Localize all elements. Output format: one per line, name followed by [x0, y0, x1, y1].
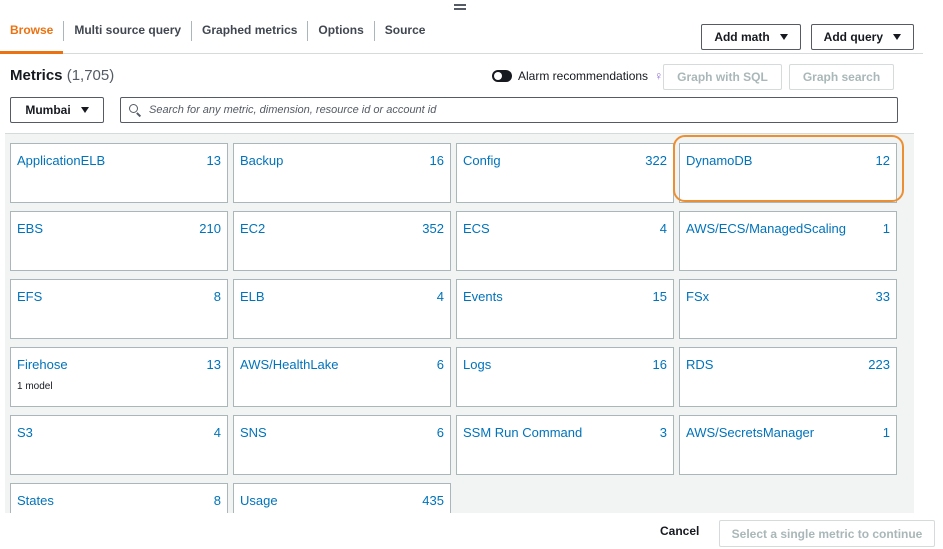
- namespace-count: 8: [213, 493, 221, 508]
- lightbulb-icon: ♀: [654, 69, 664, 83]
- namespace-card[interactable]: FSx 33: [679, 279, 897, 339]
- caret-down-icon: [80, 107, 89, 113]
- add-query-button[interactable]: Add query: [810, 24, 914, 50]
- namespace-count: 3: [659, 425, 667, 440]
- namespace-name[interactable]: ELB: [240, 289, 265, 304]
- namespace-grid: ApplicationELB 13 Backup 16 Config 322 DynamoD…: [5, 133, 914, 513]
- add-math-label: Add math: [714, 30, 770, 44]
- namespace-name[interactable]: AWS/SecretsManager: [686, 425, 814, 440]
- namespace-name[interactable]: States: [17, 493, 54, 508]
- search-input[interactable]: [149, 104, 889, 116]
- namespace-name[interactable]: SSM Run Command: [463, 425, 582, 440]
- namespace-count: 322: [645, 153, 667, 168]
- namespace-name[interactable]: SNS: [240, 425, 267, 440]
- namespace-count: 33: [875, 289, 890, 304]
- alarm-recommendations-toggle[interactable]: [492, 70, 512, 82]
- namespace-card[interactable]: Usage 435: [233, 483, 451, 513]
- namespace-card[interactable]: Backup 16: [233, 143, 451, 203]
- tab-source[interactable]: Source: [375, 15, 436, 53]
- namespace-count: 435: [422, 493, 444, 508]
- namespace-card[interactable]: Events 15: [456, 279, 674, 339]
- namespace-name[interactable]: AWS/ECS/ManagedScaling: [686, 221, 846, 236]
- namespace-count: 352: [422, 221, 444, 236]
- cancel-button[interactable]: Cancel: [652, 520, 707, 542]
- namespace-subtitle: 1 model: [17, 381, 53, 392]
- namespace-card[interactable]: RDS 223: [679, 347, 897, 407]
- namespace-count: 15: [652, 289, 667, 304]
- namespace-card[interactable]: AWS/ECS/ManagedScaling 1: [679, 211, 897, 271]
- namespace-count: 4: [213, 425, 221, 440]
- namespace-count: 16: [429, 153, 444, 168]
- namespace-card[interactable]: Firehose 13 1 model: [10, 347, 228, 407]
- add-query-label: Add query: [823, 30, 883, 44]
- namespace-name[interactable]: EC2: [240, 221, 265, 236]
- namespace-count: 13: [206, 153, 221, 168]
- tab-graphed-metrics[interactable]: Graphed metrics: [192, 15, 307, 53]
- alarm-recommendations-label: Alarm recommendations: [518, 69, 649, 83]
- namespace-card[interactable]: S3 4: [10, 415, 228, 475]
- namespace-name[interactable]: FSx: [686, 289, 709, 304]
- drag-handle-icon[interactable]: [454, 4, 466, 12]
- namespace-name[interactable]: AWS/HealthLake: [240, 357, 339, 372]
- region-select[interactable]: Mumbai: [10, 97, 104, 123]
- namespace-card[interactable]: ELB 4: [233, 279, 451, 339]
- namespace-card[interactable]: ApplicationELB 13: [10, 143, 228, 203]
- query-toolbar: Add math Add query: [701, 24, 914, 50]
- namespace-card[interactable]: EFS 8: [10, 279, 228, 339]
- namespace-name[interactable]: Backup: [240, 153, 283, 168]
- caret-down-icon: [893, 34, 901, 40]
- namespace-count: 4: [659, 221, 667, 236]
- namespace-name[interactable]: ECS: [463, 221, 490, 236]
- namespace-count: 210: [199, 221, 221, 236]
- namespace-count: 4: [436, 289, 444, 304]
- namespace-name[interactable]: S3: [17, 425, 33, 440]
- namespace-count: 1: [882, 221, 890, 236]
- metrics-title: Metrics: [10, 67, 63, 84]
- namespace-card[interactable]: EBS 210: [10, 211, 228, 271]
- namespace-count: 13: [206, 357, 221, 372]
- namespace-count: 6: [436, 357, 444, 372]
- namespace-name[interactable]: ApplicationELB: [17, 153, 105, 168]
- metric-search: [120, 97, 898, 123]
- namespace-card[interactable]: AWS/HealthLake 6: [233, 347, 451, 407]
- caret-down-icon: [779, 34, 788, 40]
- region-select-value: Mumbai: [25, 103, 71, 117]
- namespace-count: 12: [875, 153, 890, 168]
- namespace-name[interactable]: DynamoDB: [686, 153, 752, 168]
- metrics-count: (1,705): [66, 67, 115, 84]
- namespace-name[interactable]: EFS: [17, 289, 42, 304]
- tab-browse[interactable]: Browse: [0, 15, 64, 54]
- graph-with-sql-button[interactable]: Graph with SQL: [663, 64, 782, 90]
- namespace-card[interactable]: States 8: [10, 483, 228, 513]
- namespace-name[interactable]: Config: [463, 153, 501, 168]
- namespace-card[interactable]: Logs 16: [456, 347, 674, 407]
- namespace-card[interactable]: EC2 352: [233, 211, 451, 271]
- metrics-heading: Metrics (1,705): [10, 67, 114, 84]
- search-icon: [129, 104, 142, 117]
- namespace-name[interactable]: Firehose: [17, 357, 68, 372]
- namespace-card[interactable]: SSM Run Command 3: [456, 415, 674, 475]
- namespace-count: 8: [213, 289, 221, 304]
- alarm-recommendations: Alarm recommendations ♀: [492, 69, 663, 83]
- namespace-count: 223: [868, 357, 890, 372]
- namespace-card[interactable]: Config 322: [456, 143, 674, 203]
- namespace-card[interactable]: SNS 6: [233, 415, 451, 475]
- namespace-name[interactable]: RDS: [686, 357, 713, 372]
- tab-options[interactable]: Options: [308, 15, 373, 53]
- namespace-count: 6: [436, 425, 444, 440]
- namespace-name[interactable]: Usage: [240, 493, 278, 508]
- graph-search-button[interactable]: Graph search: [789, 64, 894, 90]
- namespace-count: 16: [652, 357, 667, 372]
- namespace-name[interactable]: EBS: [17, 221, 43, 236]
- namespace-card[interactable]: AWS/SecretsManager 1: [679, 415, 897, 475]
- namespace-count: 1: [882, 425, 890, 440]
- namespace-card[interactable]: ECS 4: [456, 211, 674, 271]
- namespace-name[interactable]: Events: [463, 289, 503, 304]
- continue-button[interactable]: Select a single metric to continue: [719, 520, 935, 547]
- namespace-card[interactable]: DynamoDB 12: [679, 143, 897, 203]
- tab-multi-source-query[interactable]: Multi source query: [64, 15, 191, 53]
- namespace-name[interactable]: Logs: [463, 357, 491, 372]
- add-math-button[interactable]: Add math: [701, 24, 801, 50]
